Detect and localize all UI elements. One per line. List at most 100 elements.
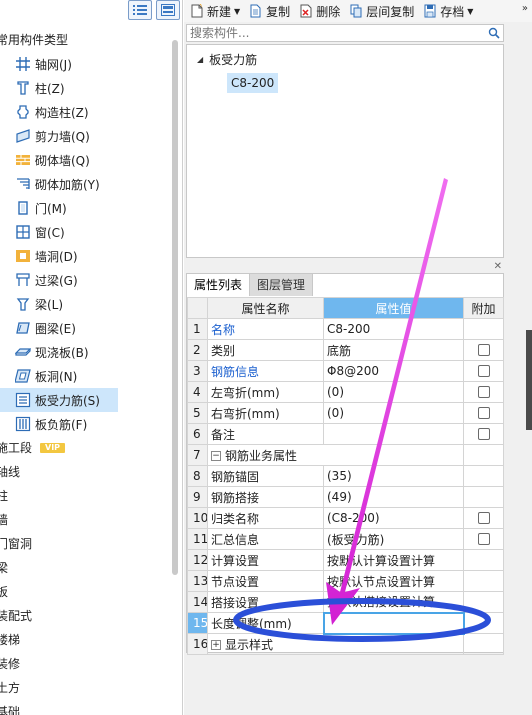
table-row[interactable]: 11 汇总信息 (板受力筋): [187, 528, 504, 550]
floor-copy-button[interactable]: 层间复制: [349, 1, 414, 21]
row-number: 2: [187, 339, 208, 361]
component-list: ◢ 板受力筋 C8-200: [186, 44, 504, 258]
tree-category-label: 柱: [0, 484, 8, 508]
collapse-triangle-icon[interactable]: ◢: [197, 55, 203, 64]
tree-item-window[interactable]: 窗(C): [0, 220, 170, 244]
panel-view-button[interactable]: [156, 0, 180, 20]
tree-category-stairs[interactable]: 楼梯: [0, 628, 170, 652]
property-value[interactable]: (35): [323, 465, 464, 487]
table-row[interactable]: 2 类别 底筋: [187, 339, 504, 361]
delete-button[interactable]: 删除: [299, 1, 340, 21]
list-view-button[interactable]: [128, 0, 152, 20]
tree-item-column[interactable]: 柱(Z): [0, 76, 170, 100]
component-item-selected[interactable]: C8-200: [227, 73, 279, 93]
property-name: 右弯折(mm): [207, 402, 324, 424]
tree-item-label: 梁(L): [35, 297, 64, 312]
tree-item-slab-negative-rebar[interactable]: 板负筋(F): [0, 412, 170, 436]
property-value[interactable]: (0): [323, 402, 464, 424]
tree-group-common[interactable]: 常用构件类型: [0, 28, 170, 52]
table-row[interactable]: 1 名称 C8-200: [187, 318, 504, 340]
tree-item-door[interactable]: 门(M): [0, 196, 170, 220]
attach-checkbox[interactable]: [477, 344, 490, 356]
table-row[interactable]: 14 搭接设置 按默认搭接设置计算: [187, 591, 504, 613]
tab-layer-management[interactable]: 图层管理: [250, 274, 314, 296]
table-row-group[interactable]: 16 + 显示样式: [187, 633, 504, 655]
toolbar-more-button[interactable]: »: [522, 3, 528, 14]
tree-item-axis-grid[interactable]: 轴网(J): [0, 52, 170, 76]
tree-item-masonry-rebar[interactable]: 砌体加筋(Y): [0, 172, 170, 196]
table-row[interactable]: 13 节点设置 按默认节点设置计算: [187, 570, 504, 592]
close-icon[interactable]: ✕: [494, 261, 502, 272]
table-row[interactable]: 10 归类名称 (C8-200): [187, 507, 504, 529]
property-value[interactable]: [323, 423, 464, 445]
property-value[interactable]: C8-200: [323, 318, 464, 340]
tree-category-construction-section[interactable]: 施工段 VIP: [0, 436, 170, 460]
tree-category-axis[interactable]: 轴线: [0, 460, 170, 484]
axis-grid-icon: [14, 55, 32, 73]
attach-checkbox[interactable]: [477, 386, 490, 398]
component-toolbar: 新建 ▼ 复制 删除 层间复制 存档 ▼ »: [184, 0, 532, 22]
property-splitter[interactable]: [184, 262, 506, 272]
attach-checkbox[interactable]: [477, 533, 490, 545]
new-button[interactable]: 新建 ▼: [190, 1, 240, 21]
table-row[interactable]: 3 钢筋信息 Φ8@200: [187, 360, 504, 382]
tree-item-slab-main-rebar[interactable]: 板受力筋(S): [0, 388, 118, 412]
attach-cell: [463, 360, 504, 382]
length-adjust-input[interactable]: [322, 611, 465, 635]
tree-item-slab-opening[interactable]: 板洞(N): [0, 364, 170, 388]
save-button[interactable]: 存档 ▼: [423, 1, 473, 21]
right-edge-handle[interactable]: [526, 330, 532, 430]
tree-category-decoration[interactable]: 装修: [0, 652, 170, 676]
attach-checkbox[interactable]: [477, 407, 490, 419]
property-value[interactable]: 按默认节点设置计算: [323, 570, 464, 592]
tree-category-prefab[interactable]: 装配式: [0, 604, 170, 628]
tree-category-foundation[interactable]: 基础: [0, 700, 170, 715]
tree-item-cast-slab[interactable]: 现浇板(B): [0, 340, 170, 364]
tree-item-lintel[interactable]: 过梁(G): [0, 268, 170, 292]
table-row[interactable]: 6 备注: [187, 423, 504, 445]
table-row-group[interactable]: 7 − 钢筋业务属性: [187, 444, 504, 466]
property-value[interactable]: (0): [323, 381, 464, 403]
attach-checkbox[interactable]: [477, 365, 490, 377]
search-input[interactable]: [187, 25, 485, 41]
copy-button[interactable]: 复制: [249, 1, 290, 21]
tree-item-masonry-wall[interactable]: 砌体墙(Q): [0, 148, 170, 172]
property-value[interactable]: Φ8@200: [323, 360, 464, 382]
property-value[interactable]: 按默认计算设置计算: [323, 549, 464, 571]
table-row[interactable]: 5 右弯折(mm) (0): [187, 402, 504, 424]
tree-category-slab[interactable]: 板: [0, 580, 170, 604]
search-icon[interactable]: [485, 27, 503, 39]
attach-checkbox[interactable]: [477, 512, 490, 524]
tree-category-column[interactable]: 柱: [0, 484, 170, 508]
tree-category-door-window[interactable]: 门窗洞: [0, 532, 170, 556]
table-row-selected[interactable]: 15 长度调整(mm): [187, 611, 504, 635]
tree-item-wall-opening[interactable]: 墙洞(D): [0, 244, 170, 268]
save-icon: [423, 4, 437, 18]
window-icon: [14, 223, 32, 241]
tab-property-list[interactable]: 属性列表: [187, 274, 251, 296]
table-row[interactable]: 4 左弯折(mm) (0): [187, 381, 504, 403]
property-name: 钢筋锚固: [207, 465, 324, 487]
column-icon: [14, 79, 32, 97]
property-value[interactable]: 底筋: [323, 339, 464, 361]
tree-item-beam[interactable]: 梁(L): [0, 292, 170, 316]
property-value[interactable]: (C8-200): [323, 507, 464, 529]
tree-category-wall[interactable]: 墙: [0, 508, 170, 532]
tree-category-beam[interactable]: 梁: [0, 556, 170, 580]
attach-checkbox[interactable]: [477, 428, 490, 440]
tree-item-shear-wall[interactable]: 剪力墙(Q): [0, 124, 170, 148]
tree-item-structural-column[interactable]: 构造柱(Z): [0, 100, 170, 124]
property-value[interactable]: 按默认搭接设置计算: [323, 591, 464, 613]
component-group-node[interactable]: ◢ 板受力筋: [197, 51, 257, 68]
collapse-icon[interactable]: −: [211, 451, 221, 461]
property-value[interactable]: (板受力筋): [323, 528, 464, 550]
tree-item-ring-beam[interactable]: 圈梁(E): [0, 316, 170, 340]
left-scrollbar[interactable]: [172, 40, 178, 575]
expand-icon[interactable]: +: [211, 640, 221, 651]
table-row[interactable]: 12 计算设置 按默认计算设置计算: [187, 549, 504, 571]
table-row[interactable]: 8 钢筋锚固 (35): [187, 465, 504, 487]
tree-category-earthwork[interactable]: 土方: [0, 676, 170, 700]
table-row[interactable]: 9 钢筋搭接 (49): [187, 486, 504, 508]
property-value[interactable]: (49): [323, 486, 464, 508]
row-number: 1: [187, 318, 208, 340]
